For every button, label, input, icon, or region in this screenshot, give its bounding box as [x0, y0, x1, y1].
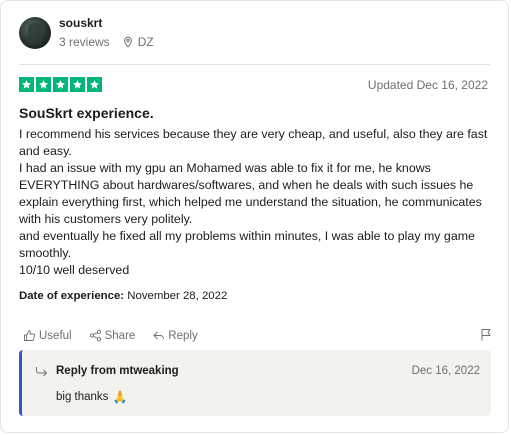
date-of-experience-label: Date of experience:: [19, 290, 125, 302]
review-paragraph: I recommend his services because they ar…: [19, 127, 488, 158]
thumbs-up-icon: [24, 330, 35, 341]
date-of-experience: Date of experience: November 28, 2022: [19, 290, 227, 302]
updated-date: Updated Dec 16, 2022: [367, 78, 488, 92]
flag-icon[interactable]: [480, 328, 492, 341]
star-icon: [19, 77, 34, 92]
star-icon: [53, 77, 68, 92]
reply-label: Reply: [168, 329, 198, 342]
reviewer-name[interactable]: souskrt: [59, 16, 154, 30]
review-body: I recommend his services because they ar…: [19, 126, 491, 279]
star-icon: [70, 77, 85, 92]
company-reply: Reply from mtweaking Dec 16, 2022 big th…: [19, 350, 491, 416]
star-rating: [19, 77, 102, 92]
reply-from: Reply from mtweaking: [56, 365, 179, 377]
reply-date: Dec 16, 2022: [411, 365, 480, 377]
review-title: SouSkrt experience.: [19, 105, 154, 121]
divider: [19, 64, 490, 65]
review-actions: Useful Share Reply: [23, 329, 215, 342]
reviewer-info: souskrt 3 reviews DZ: [59, 16, 154, 49]
reviewer-country: DZ: [137, 35, 154, 49]
review-paragraph: and eventually he fixed all my problems …: [19, 229, 475, 260]
review-card: souskrt 3 reviews DZ Updated Dec 16, 202…: [0, 0, 509, 433]
date-of-experience-value: November 28, 2022: [127, 290, 228, 302]
reviewer-meta: 3 reviews DZ: [59, 35, 154, 49]
location-pin-icon: [123, 36, 132, 48]
reply-arrow-icon: [36, 367, 47, 377]
praying-hands-emoji: 🙏: [112, 390, 128, 404]
share-button[interactable]: Share: [89, 329, 136, 342]
reviewer-header[interactable]: souskrt 3 reviews DZ: [19, 16, 154, 49]
reply-text: big thanks 🙏: [56, 390, 127, 404]
reply-message: big thanks: [56, 391, 109, 403]
reply-button[interactable]: Reply: [152, 329, 198, 342]
star-icon: [36, 77, 51, 92]
share-icon: [89, 329, 101, 342]
useful-button[interactable]: Useful: [23, 329, 72, 342]
review-paragraph: 10/10 well deserved: [19, 263, 130, 277]
review-count: 3 reviews: [59, 35, 110, 49]
review-paragraph: I had an issue with my gpu an Mohamed wa…: [19, 161, 482, 226]
avatar[interactable]: [19, 16, 51, 49]
reply-arrow-icon: [153, 331, 165, 340]
useful-label: Useful: [39, 329, 72, 342]
share-label: Share: [104, 329, 136, 342]
star-icon: [87, 77, 102, 92]
